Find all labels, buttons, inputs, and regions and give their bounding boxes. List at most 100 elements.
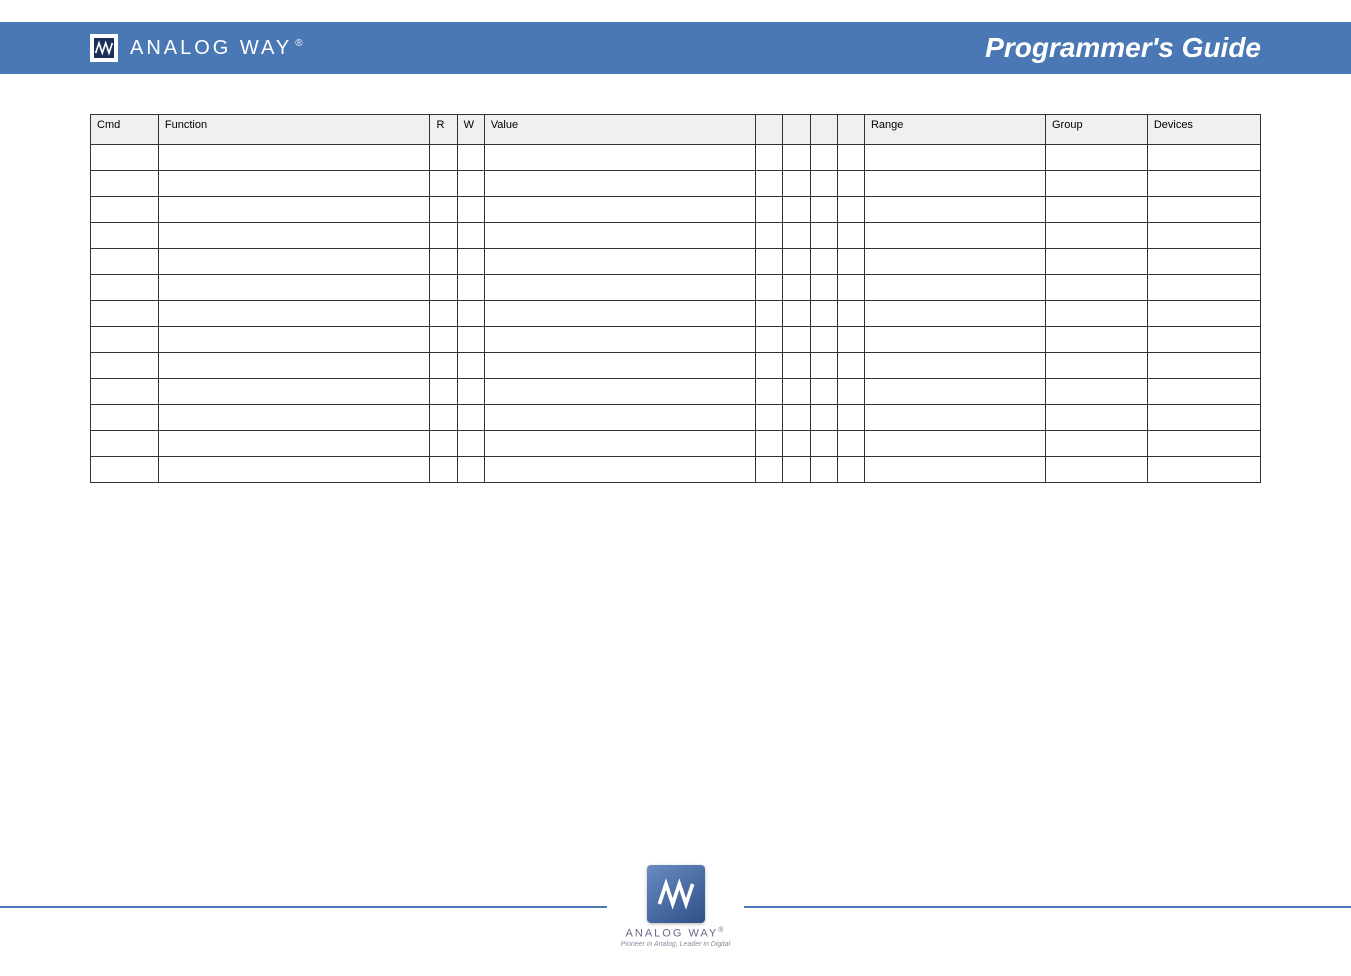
table-cell bbox=[1147, 171, 1260, 197]
table-cell bbox=[783, 275, 810, 301]
table-cell bbox=[783, 405, 810, 431]
wave-icon bbox=[656, 874, 696, 914]
table-header: CmdFunctionRWValueRangeGroupDevices bbox=[91, 115, 1261, 145]
brand-name: ANALOG WAY bbox=[130, 37, 292, 59]
table-cell bbox=[158, 301, 430, 327]
table-cell bbox=[158, 379, 430, 405]
table-cell bbox=[837, 275, 864, 301]
footer-tagline: Pioneer in Analog, Leader in Digital bbox=[621, 941, 730, 948]
footer-brand-text: ANALOG WAY® bbox=[626, 927, 726, 940]
table-cell bbox=[837, 223, 864, 249]
table-cell bbox=[91, 457, 159, 483]
footer-logo-icon bbox=[647, 865, 705, 923]
table-cell bbox=[837, 145, 864, 171]
table-cell bbox=[1045, 327, 1147, 353]
table-cell bbox=[484, 249, 756, 275]
table-cell bbox=[810, 353, 837, 379]
table-cell bbox=[1045, 457, 1147, 483]
table-cell bbox=[1045, 379, 1147, 405]
footer-rule-right bbox=[744, 906, 1351, 908]
table-cell bbox=[457, 223, 484, 249]
table-cell bbox=[783, 327, 810, 353]
table-cell bbox=[484, 431, 756, 457]
table-cell bbox=[864, 275, 1045, 301]
content-area: CmdFunctionRWValueRangeGroupDevices bbox=[0, 74, 1351, 483]
table-cell bbox=[756, 197, 783, 223]
table-header-cell: Group bbox=[1045, 115, 1147, 145]
table-cell bbox=[484, 197, 756, 223]
table-cell bbox=[1147, 353, 1260, 379]
table-cell bbox=[158, 223, 430, 249]
brand-text: ANALOG WAY® bbox=[130, 37, 306, 60]
table-cell bbox=[837, 353, 864, 379]
table-cell bbox=[756, 301, 783, 327]
table-cell bbox=[783, 197, 810, 223]
table-cell bbox=[864, 301, 1045, 327]
table-cell bbox=[1147, 405, 1260, 431]
table-cell bbox=[810, 223, 837, 249]
table-cell bbox=[837, 197, 864, 223]
table-cell bbox=[430, 301, 457, 327]
table-cell bbox=[810, 301, 837, 327]
table-cell bbox=[91, 145, 159, 171]
table-cell bbox=[783, 171, 810, 197]
table-cell bbox=[864, 197, 1045, 223]
table-cell bbox=[457, 379, 484, 405]
table-cell bbox=[810, 197, 837, 223]
footer-logo-block: ANALOG WAY® Pioneer in Analog, Leader in… bbox=[607, 865, 744, 948]
table-cell bbox=[783, 301, 810, 327]
table-cell bbox=[756, 275, 783, 301]
table-cell bbox=[457, 301, 484, 327]
table-header-cell bbox=[756, 115, 783, 145]
table-cell bbox=[430, 353, 457, 379]
table-cell bbox=[1147, 145, 1260, 171]
table-cell bbox=[158, 327, 430, 353]
table-header-cell: Function bbox=[158, 115, 430, 145]
table-cell bbox=[1147, 301, 1260, 327]
table-cell bbox=[756, 145, 783, 171]
table-cell bbox=[864, 405, 1045, 431]
footer: ANALOG WAY® Pioneer in Analog, Leader in… bbox=[0, 865, 1351, 948]
table-cell bbox=[430, 275, 457, 301]
table-cell bbox=[1147, 249, 1260, 275]
brand-logo-icon bbox=[90, 34, 118, 62]
table-cell bbox=[158, 457, 430, 483]
table-cell bbox=[457, 197, 484, 223]
table-cell bbox=[864, 379, 1045, 405]
table-header-cell: Cmd bbox=[91, 115, 159, 145]
table-cell bbox=[484, 457, 756, 483]
command-table: CmdFunctionRWValueRangeGroupDevices bbox=[90, 114, 1261, 483]
table-header-cell: Range bbox=[864, 115, 1045, 145]
table-cell bbox=[158, 353, 430, 379]
table-cell bbox=[837, 405, 864, 431]
table-cell bbox=[158, 431, 430, 457]
table-row bbox=[91, 431, 1261, 457]
table-cell bbox=[430, 197, 457, 223]
table-cell bbox=[1147, 223, 1260, 249]
table-cell bbox=[457, 431, 484, 457]
table-row bbox=[91, 145, 1261, 171]
table-cell bbox=[91, 327, 159, 353]
table-cell bbox=[756, 327, 783, 353]
table-cell bbox=[783, 353, 810, 379]
table-cell bbox=[484, 327, 756, 353]
table-header-cell: Devices bbox=[1147, 115, 1260, 145]
table-cell bbox=[1045, 249, 1147, 275]
table-cell bbox=[810, 171, 837, 197]
table-cell bbox=[457, 249, 484, 275]
table-cell bbox=[484, 353, 756, 379]
header-bar: ANALOG WAY® Programmer's Guide bbox=[0, 22, 1351, 74]
table-cell bbox=[1045, 171, 1147, 197]
table-cell bbox=[756, 379, 783, 405]
table-cell bbox=[837, 431, 864, 457]
table-cell bbox=[756, 249, 783, 275]
table-cell bbox=[484, 405, 756, 431]
table-cell bbox=[1045, 405, 1147, 431]
table-row bbox=[91, 171, 1261, 197]
table-cell bbox=[756, 223, 783, 249]
table-cell bbox=[783, 145, 810, 171]
table-cell bbox=[430, 249, 457, 275]
table-cell bbox=[864, 145, 1045, 171]
table-cell bbox=[783, 379, 810, 405]
table-cell bbox=[1045, 353, 1147, 379]
